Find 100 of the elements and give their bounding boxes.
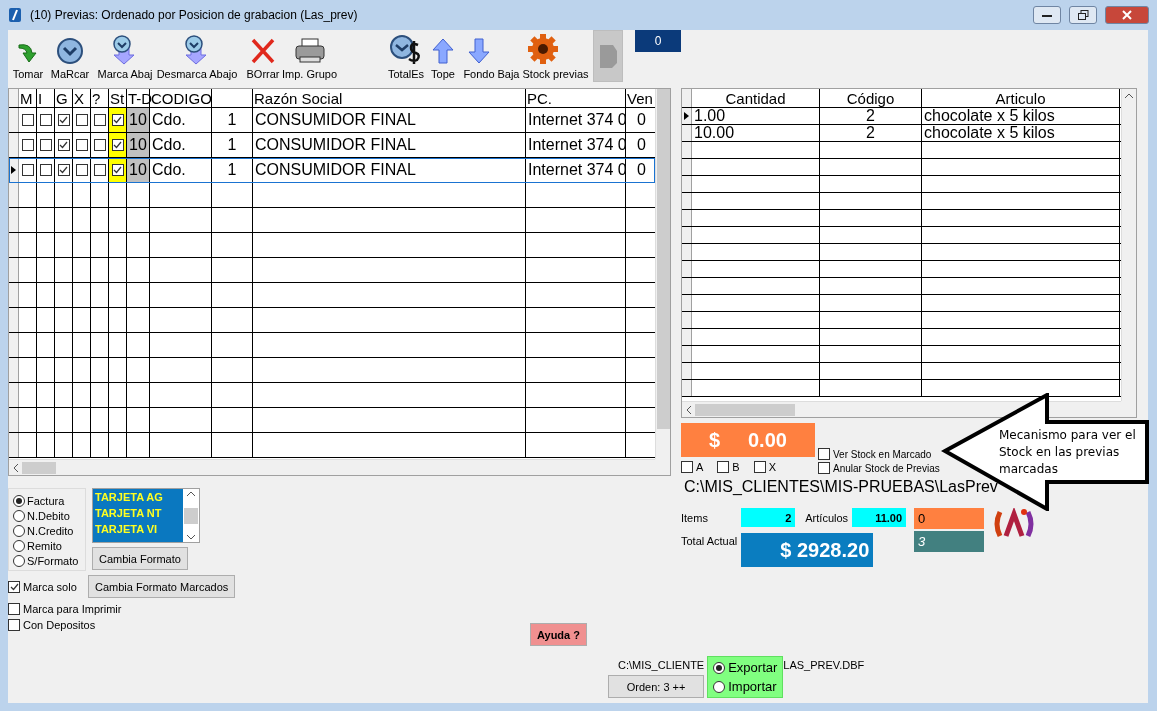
column-header[interactable]: G [55,89,73,107]
table-cell: chocolate x 5 kilos [922,108,1120,124]
toolbar-button[interactable]: Baja Stock previas [497,30,589,82]
dollar-circle-icon [389,35,423,65]
checkbox[interactable] [57,114,70,126]
toolbar-button[interactable]: TotalEs [387,30,425,82]
checkbox[interactable] [21,164,34,176]
filter-checkbox[interactable]: A [681,459,704,475]
radio-button[interactable] [13,554,25,567]
checkbox[interactable] [818,448,830,460]
toolbar-button[interactable]: Desmarca Abajo [156,30,238,82]
folder-path: C:\MIS_CLIENTES\MIS-PRUEBAS\LasPrev [684,478,999,496]
toolbar-button[interactable]: Tope [425,30,461,82]
checkbox[interactable] [93,114,106,126]
radio-button[interactable] [713,680,726,693]
column-header[interactable]: Código [820,89,922,107]
list-item[interactable]: TARJETA VI [95,522,181,538]
close-button[interactable] [1105,6,1149,24]
help-button[interactable]: Ayuda ? [530,623,587,646]
minimize-button[interactable] [1033,6,1061,24]
vertical-scrollbar[interactable] [1121,89,1136,401]
horizontal-scrollbar[interactable] [9,459,655,475]
option-checkbox[interactable]: Marca para Imprimir [8,601,671,617]
checkbox[interactable] [57,164,70,176]
table-row[interactable]: 1.00 2 chocolate x 5 kilos [682,108,1121,125]
scroll-thumb[interactable] [184,507,198,524]
radio-option[interactable]: S/Formato [13,553,81,568]
toolbar-button[interactable]: Fondo [461,30,497,82]
checkbox[interactable] [93,164,106,176]
orden-button[interactable]: Orden: 3 ++ [608,675,705,698]
radio-option[interactable]: N.Debito [13,508,81,523]
radio-option[interactable]: Exportar [713,660,778,675]
file-path: LAS_PREV.DBF [783,659,865,671]
toolbar-button[interactable]: Imp. Grupo [282,30,337,82]
toolbar-button[interactable]: BOrrar [244,30,282,82]
row-header[interactable] [682,108,692,124]
restore-button[interactable] [1069,6,1097,24]
checkbox[interactable] [39,164,52,176]
row-header[interactable] [9,158,19,182]
radio-button[interactable] [13,509,25,522]
radio-option[interactable]: Remito [13,538,81,553]
toolbar-button[interactable]: MaRcar [46,30,94,82]
checkbox[interactable] [75,139,88,151]
checkbox[interactable] [8,619,20,631]
radio-option[interactable]: Importar [713,679,778,694]
down-arrow-icon [467,37,491,65]
chevron-left-icon [686,405,691,414]
radio-option[interactable]: N.Credito [13,523,81,538]
filter-checkbox[interactable]: B [717,459,740,475]
column-header[interactable]: X [73,89,91,107]
checkbox[interactable] [75,114,88,126]
checkbox[interactable] [21,139,34,151]
option-checkbox[interactable]: Marca solo [8,578,80,595]
card-list[interactable]: TARJETA AG TARJETA NT TARJETA VI [92,488,200,543]
stock-checkbox[interactable]: Anular Stock de Previas [818,461,940,475]
checkbox[interactable] [21,114,34,126]
checkbox[interactable] [111,164,124,176]
checkbox[interactable] [75,164,88,176]
table-cell: Cdo. [150,108,212,132]
list-item[interactable]: TARJETA NT [95,506,181,522]
column-header[interactable]: M [19,89,37,107]
checkbox[interactable] [717,461,730,473]
toolbar-button[interactable]: Marca Abaj [94,30,156,82]
checkbox[interactable] [681,461,693,473]
list-item[interactable]: TARJETA AG [95,490,181,506]
row-pointer-icon [11,166,16,174]
checkbox[interactable] [753,461,766,473]
cambia-marcados-button[interactable]: Cambia Formato Marcados [88,575,236,598]
checkbox[interactable] [8,580,20,593]
horizontal-scrollbar[interactable] [682,401,1121,417]
checkbox[interactable] [39,114,52,126]
toolbar-button[interactable]: Tomar [10,30,46,82]
column-header[interactable]: Razón Social [253,89,526,107]
column-header[interactable]: I [37,89,55,107]
column-header[interactable]: Articulo [922,89,1120,107]
checkbox[interactable] [8,603,20,615]
checkbox[interactable] [111,139,124,151]
table-row[interactable]: 10.00 2 chocolate x 5 kilos [682,125,1121,142]
radio-button[interactable] [13,494,25,507]
column-header[interactable]: CODIGO [150,89,212,107]
checkbox[interactable] [39,139,52,151]
column-header[interactable]: St [109,89,127,107]
radio-button[interactable] [13,524,25,537]
stock-checkbox[interactable]: Ver Stock en Marcado [818,447,940,461]
checkbox[interactable] [57,139,70,151]
filter-checkbox[interactable]: X [753,459,777,475]
checkbox[interactable] [818,462,830,474]
scroll-thumb[interactable] [22,461,56,474]
column-header[interactable]: Cantidad [692,89,820,107]
radio-button[interactable] [713,661,726,674]
column-header[interactable]: PC. [526,89,626,107]
radio-button[interactable] [13,539,25,552]
checkbox[interactable] [93,139,106,151]
cambia-formato-button[interactable]: Cambia Formato [92,547,188,570]
scroll-thumb[interactable] [695,403,795,416]
checkbox[interactable] [111,114,124,126]
table-cell: 10.00 [692,125,820,141]
window-title: (10) Previas: Ordenado por Posicion de grabacion (Las_prev) [30,8,359,22]
radio-option[interactable]: Factura [13,493,81,508]
column-header[interactable]: ? [91,89,109,107]
